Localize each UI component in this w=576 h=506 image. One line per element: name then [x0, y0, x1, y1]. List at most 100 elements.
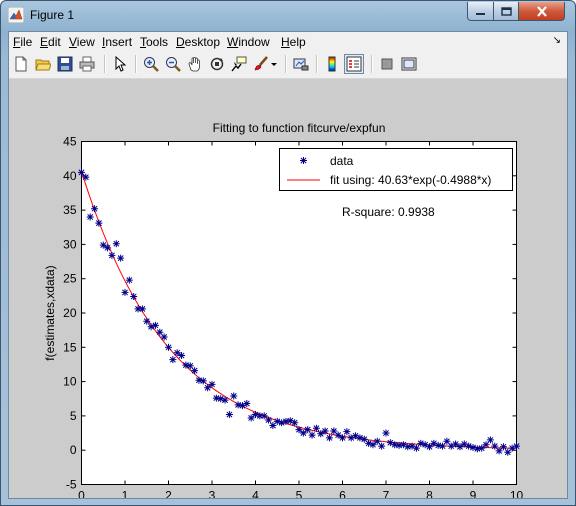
data-point [178, 352, 186, 360]
data-point [247, 414, 255, 422]
y-tick-label: 10 [63, 375, 77, 389]
y-axis-label: f(estimates,xdata) [43, 265, 57, 360]
r-square-annotation: R-square: 0.9938 [342, 205, 435, 219]
window-title: Figure 1 [30, 8, 75, 22]
legend-fit-label: fit using: 40.63*exp(-0.4988*x) [330, 173, 491, 187]
edit-plot-button[interactable] [110, 54, 130, 74]
menu-edit[interactable]: Edit [40, 35, 61, 49]
menu-help[interactable]: Help [281, 35, 306, 49]
data-point [130, 293, 138, 301]
data-point [138, 305, 146, 313]
data-point [204, 384, 212, 392]
data-point [378, 442, 386, 450]
data-point [125, 276, 133, 284]
data-point [369, 441, 377, 449]
data-cursor-button[interactable] [229, 54, 249, 74]
data-point [191, 367, 199, 375]
data-point [82, 173, 90, 181]
data-point [486, 436, 494, 444]
figure-client-area: File Edit View Insert Tools Desktop Wind… [8, 31, 568, 506]
new-figure-button[interactable] [11, 54, 31, 74]
data-point [321, 427, 329, 435]
data-point [143, 317, 151, 325]
figure-canvas[interactable]: Fitting to function fitcurve/expfun xdat… [9, 79, 567, 506]
data-point [325, 434, 333, 442]
data-point [221, 396, 229, 404]
legend-icon [346, 56, 362, 72]
y-tick-label: -5 [66, 478, 77, 492]
menu-tools[interactable]: Tools [140, 35, 168, 49]
x-tick-label: 6 [339, 489, 346, 499]
data-point [165, 343, 172, 351]
data-point [108, 251, 116, 259]
y-tick-label: 15 [63, 340, 77, 354]
hide-plot-tools-icon [381, 58, 393, 70]
data-point [300, 157, 307, 164]
rotate-3d-button[interactable] [207, 54, 227, 74]
toolbar-separator [285, 55, 287, 73]
hand-pan-icon [188, 57, 200, 72]
close-button[interactable] [518, 2, 565, 21]
menu-desktop[interactable]: Desktop [176, 35, 220, 49]
minimize-button[interactable] [467, 2, 494, 21]
data-point [499, 443, 507, 451]
toolbar-separator [135, 55, 137, 73]
chart-title: Fitting to function fitcurve/expfun [213, 121, 386, 135]
legend-data-marker [300, 157, 307, 164]
show-plot-tools-button[interactable] [399, 54, 419, 74]
data-point [199, 377, 207, 385]
maximize-button[interactable] [493, 2, 519, 21]
brush-menu-button[interactable] [269, 54, 279, 74]
open-file-button[interactable] [33, 54, 53, 74]
printer-icon [79, 56, 95, 72]
brush-button[interactable] [251, 54, 271, 74]
x-tick-label: 8 [426, 489, 433, 499]
insert-colorbar-button[interactable] [322, 54, 342, 74]
x-tick-label: 9 [470, 489, 477, 499]
menu-view[interactable]: View [69, 35, 95, 49]
zoom-in-button[interactable] [141, 54, 161, 74]
y-tick-label: 30 [63, 237, 77, 251]
data-point [308, 431, 316, 439]
toolbar-separator [316, 55, 318, 73]
menu-insert[interactable]: Insert [102, 35, 132, 49]
y-tick-label: 25 [63, 272, 77, 286]
rotate-3d-icon [210, 57, 224, 71]
pan-button[interactable] [185, 54, 205, 74]
data-point [304, 426, 312, 434]
data-point [478, 444, 486, 452]
plot-svg[interactable]: Fitting to function fitcurve/expfun xdat… [9, 79, 567, 506]
data-cursor-icon [231, 56, 247, 72]
x-tick-label: 3 [209, 489, 216, 499]
x-tick-label: 7 [383, 489, 390, 499]
data-point [343, 428, 351, 436]
zoom-out-button[interactable] [163, 54, 183, 74]
show-plot-tools-icon [401, 57, 417, 71]
y-tick-label: 35 [63, 203, 77, 217]
data-point [208, 380, 216, 388]
dock-arrow-icon[interactable]: ↘ [553, 35, 561, 46]
data-point [265, 416, 273, 424]
y-tick-label: 20 [63, 306, 77, 320]
legend[interactable]: data fit using: 40.63*exp(-0.4988*x) [279, 148, 513, 191]
title-bar[interactable]: Figure 1 [1, 1, 575, 31]
y-tick-label: 40 [63, 169, 77, 183]
save-icon [57, 56, 73, 72]
minimize-icon [476, 12, 485, 15]
data-point [112, 240, 120, 248]
close-icon [536, 5, 547, 17]
link-plot-icon [293, 58, 309, 71]
hide-plot-tools-button[interactable] [377, 54, 397, 74]
menu-file[interactable]: File [13, 35, 32, 49]
data-point [230, 392, 238, 400]
save-figure-button[interactable] [55, 54, 75, 74]
legend-data-label: data [330, 154, 354, 168]
menu-window[interactable]: Window [227, 35, 270, 49]
data-point [151, 321, 159, 329]
y-tick-label: 5 [70, 409, 77, 423]
matlab-icon [8, 7, 24, 23]
toolbar-separator [371, 55, 373, 73]
print-figure-button[interactable] [77, 54, 97, 74]
link-plot-button[interactable] [291, 54, 311, 74]
insert-legend-button[interactable] [344, 54, 364, 74]
